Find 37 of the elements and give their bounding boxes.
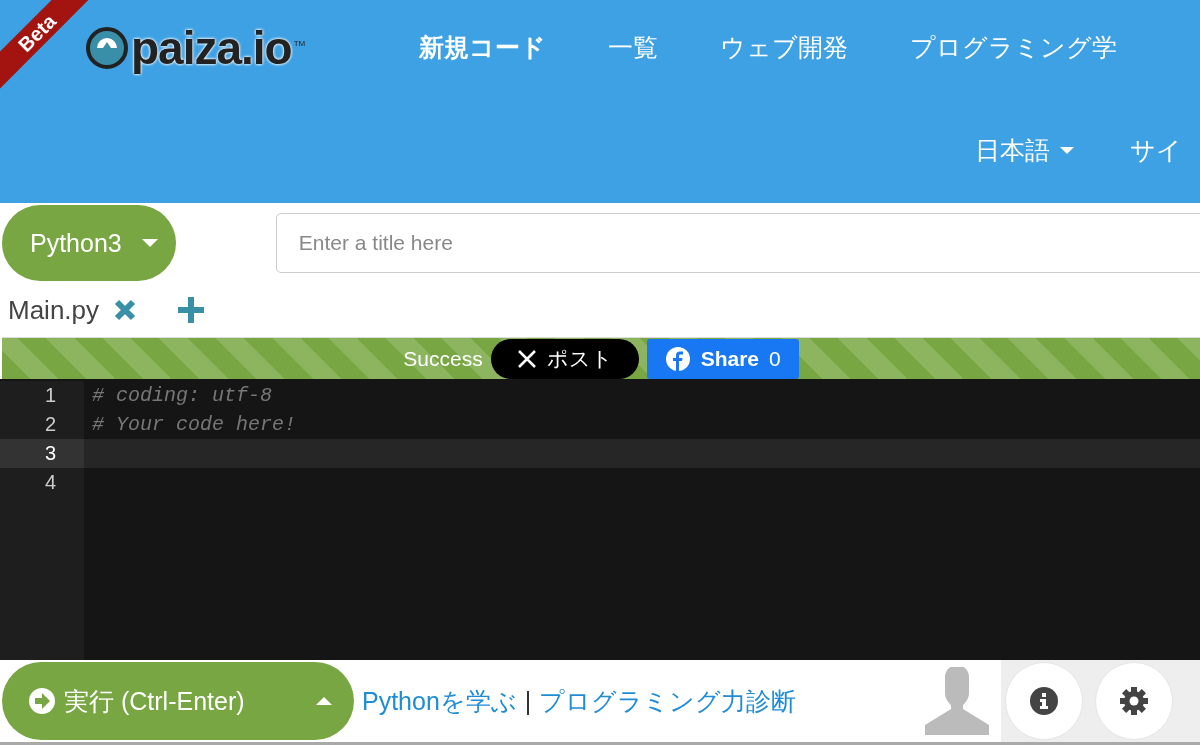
settings-icon bbox=[1119, 686, 1149, 716]
logo-icon bbox=[85, 25, 129, 70]
avatar-silhouette-icon[interactable] bbox=[923, 667, 991, 735]
language-menu[interactable]: 日本語 bbox=[975, 133, 1074, 167]
trademark-mark: TM bbox=[293, 38, 306, 48]
facebook-icon bbox=[664, 345, 691, 372]
caret-icon bbox=[1060, 146, 1074, 154]
caret-up-icon bbox=[316, 697, 332, 705]
line-number: 4 bbox=[0, 468, 84, 497]
logo-text[interactable]: paiza.io bbox=[131, 20, 292, 75]
file-tab[interactable]: Main.py bbox=[8, 294, 100, 326]
line-number: 1 bbox=[0, 381, 84, 410]
post-button[interactable]: ポスト bbox=[490, 338, 639, 379]
share-button[interactable]: Share 0 bbox=[646, 338, 799, 379]
x-logo-icon bbox=[516, 348, 537, 369]
close-icon[interactable] bbox=[113, 298, 138, 322]
nav-link[interactable]: 新規コード bbox=[419, 31, 546, 64]
link-separator: | bbox=[524, 686, 532, 716]
arrow-circle-icon bbox=[28, 687, 56, 715]
line-number: 3 bbox=[0, 439, 84, 468]
diagnosis-link[interactable]: プログラミング力診断 bbox=[539, 684, 797, 718]
run-button[interactable]: 実行 (Ctrl-Enter) bbox=[2, 662, 354, 740]
code-comment: # coding: utf-8 bbox=[91, 384, 273, 407]
code-editor[interactable]: 1 # coding: utf-8 2 # Your code here! 3 4 bbox=[0, 379, 1200, 660]
learn-link[interactable]: Pythonを学ぶ bbox=[362, 684, 517, 718]
nav-link[interactable]: 一覧 bbox=[608, 31, 658, 64]
status-text: Success bbox=[403, 346, 483, 371]
code-comment: # Your code here! bbox=[91, 413, 297, 436]
caret-icon bbox=[141, 239, 158, 247]
info-icon bbox=[1029, 686, 1059, 716]
nav-link[interactable]: ウェブ開発 bbox=[720, 31, 848, 64]
title-field[interactable]: Enter a title here bbox=[275, 213, 1200, 273]
nav-link[interactable]: プログラミング学 bbox=[910, 31, 1117, 64]
add-icon[interactable] bbox=[177, 296, 206, 324]
line-number: 2 bbox=[0, 410, 84, 439]
signin-link[interactable]: サイ bbox=[1130, 133, 1200, 167]
language-select[interactable]: Python3 bbox=[2, 205, 176, 281]
